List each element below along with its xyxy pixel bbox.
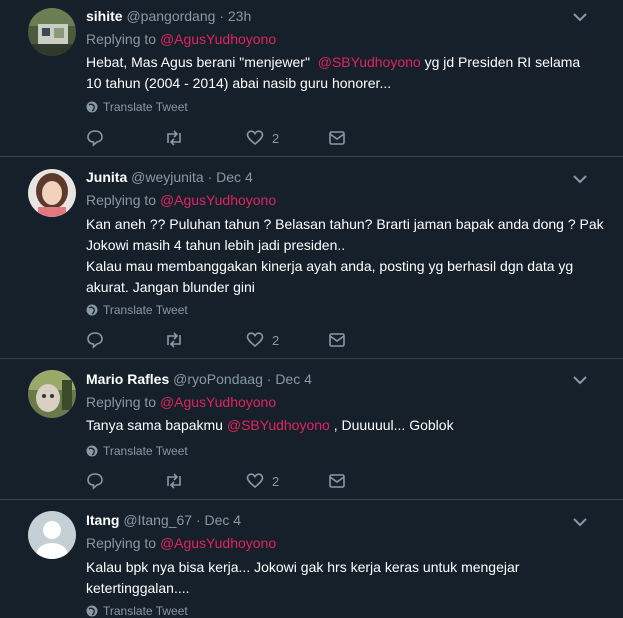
replying-to-label: Replying to: [86, 192, 157, 208]
envelope-icon: [329, 474, 345, 488]
text-line: akurat. Jangan blunder gini: [86, 279, 255, 295]
translate-tweet-link[interactable]: Translate Tweet: [86, 444, 188, 458]
replying-to-label: Replying to: [86, 31, 157, 47]
text-segment: Tanya sama bapakmu: [86, 417, 223, 433]
tweet[interactable]: Mario Rafles @ryoPondaag · Dec 4 Replyin…: [0, 359, 623, 500]
translate-label[interactable]: Translate Tweet: [103, 303, 188, 317]
direct-message-button[interactable]: [328, 129, 346, 147]
text-line: Kalau bpk nya bisa kerja... Jokowi gak h…: [86, 559, 520, 575]
envelope-icon: [329, 131, 345, 145]
heart-icon: [246, 130, 264, 146]
separator-dot: ·: [195, 512, 201, 528]
avatar-image: [28, 169, 76, 217]
author-name[interactable]: Junita: [86, 169, 127, 185]
translate-label[interactable]: Translate Tweet: [103, 444, 188, 458]
mention-link[interactable]: @SBYudhoyono: [227, 417, 330, 433]
tweet-text: Tanya sama bapakmu @SBYudhoyono , Duuuuu…: [86, 415, 586, 436]
reply-mention-link[interactable]: @AgusYudhoyono: [160, 192, 276, 208]
text-segment: 10 tahun (2004 - 2014) abai nasib guru h…: [86, 75, 392, 91]
text-line: Kalau mau membanggakan kinerja ayah anda…: [86, 258, 574, 274]
heart-icon: [246, 473, 264, 489]
text-line: Kan aneh ?? Puluhan tahun ? Belasan tahu…: [86, 216, 604, 232]
translate-tweet-link[interactable]: Translate Tweet: [86, 604, 188, 618]
author-name[interactable]: Mario Rafles: [86, 371, 169, 387]
author-name[interactable]: sihite: [86, 8, 123, 24]
tweet[interactable]: Itang @Itang_67 · Dec 4 Replying to @Agu…: [0, 500, 623, 618]
retweet-button[interactable]: [164, 129, 184, 147]
default-avatar-icon: [28, 511, 76, 559]
reply-icon: [87, 130, 103, 147]
avatar[interactable]: [28, 8, 76, 56]
chevron-down-icon[interactable]: [573, 375, 587, 385]
reply-mention-link[interactable]: @AgusYudhoyono: [160, 394, 276, 410]
tweet-text: Hebat, Mas Agus berani "menjewer" @SBYud…: [86, 52, 586, 94]
reply-mention-link[interactable]: @AgusYudhoyono: [160, 31, 276, 47]
tweet-time[interactable]: 23h: [228, 8, 251, 24]
like-count: 2: [272, 332, 280, 348]
tweet-time[interactable]: Dec 4: [216, 169, 253, 185]
tweet[interactable]: Junita @weyjunita · Dec 4 Replying to @A…: [0, 157, 623, 359]
text-segment: Hebat, Mas Agus berani "menjewer": [86, 54, 310, 70]
author-handle[interactable]: @Itang_67: [123, 512, 192, 528]
avatar-image: [28, 370, 76, 418]
avatar-image: [28, 8, 76, 56]
separator-dot: ·: [266, 371, 272, 387]
text-segment: , Duuuuul... Goblok: [333, 417, 454, 433]
like-count: 2: [272, 473, 280, 489]
reply-button[interactable]: [86, 472, 104, 490]
separator-dot: ·: [219, 8, 224, 24]
tweet-text: Kalau bpk nya bisa kerja... Jokowi gak h…: [86, 557, 586, 599]
author-handle[interactable]: @pangordang: [126, 8, 215, 24]
reply-button[interactable]: [86, 129, 104, 147]
like-button[interactable]: 2: [246, 472, 279, 490]
chevron-down-icon[interactable]: [573, 517, 587, 527]
like-button[interactable]: 2: [246, 129, 279, 147]
retweet-icon: [167, 332, 181, 348]
chevron-down-icon[interactable]: [573, 12, 587, 22]
text-segment: yg jd Presiden RI selama: [424, 54, 581, 70]
text-line: ketertinggalan....: [86, 580, 190, 596]
author-handle[interactable]: @ryoPondaag: [173, 371, 263, 387]
retweet-button[interactable]: [164, 331, 184, 349]
retweet-icon: [167, 130, 181, 146]
heart-icon: [246, 332, 264, 348]
text-line: Jokowi masih 4 tahun lebih jadi presiden…: [86, 237, 346, 253]
avatar[interactable]: [28, 511, 76, 559]
translate-tweet-link[interactable]: Translate Tweet: [86, 303, 188, 317]
globe-icon: [86, 304, 98, 316]
like-count: 2: [272, 130, 280, 146]
replying-to-label: Replying to: [86, 535, 157, 551]
direct-message-button[interactable]: [328, 472, 346, 490]
author-name[interactable]: Itang: [86, 512, 119, 528]
reply-mention-link[interactable]: @AgusYudhoyono: [160, 535, 276, 551]
translate-label[interactable]: Translate Tweet: [103, 100, 188, 114]
author-handle[interactable]: @weyjunita: [131, 169, 204, 185]
reply-icon: [87, 473, 103, 490]
envelope-icon: [329, 333, 345, 347]
chevron-down-icon[interactable]: [573, 174, 587, 184]
avatar[interactable]: [28, 169, 76, 217]
reply-icon: [87, 332, 103, 349]
tweet[interactable]: sihite @pangordang · 23h Replying to @Ag…: [0, 0, 623, 157]
separator-dot: ·: [207, 169, 213, 185]
avatar[interactable]: [28, 370, 76, 418]
mention-link[interactable]: @SBYudhoyono: [318, 54, 421, 70]
globe-icon: [86, 101, 98, 113]
translate-label[interactable]: Translate Tweet: [103, 604, 188, 618]
retweet-button[interactable]: [164, 472, 184, 490]
retweet-icon: [167, 473, 181, 489]
globe-icon: [86, 445, 98, 457]
like-button[interactable]: 2: [246, 331, 279, 349]
tweet-time[interactable]: Dec 4: [275, 371, 312, 387]
tweet-text: Kan aneh ?? Puluhan tahun ? Belasan tahu…: [86, 214, 606, 298]
translate-tweet-link[interactable]: Translate Tweet: [86, 100, 188, 114]
replying-to-label: Replying to: [86, 394, 157, 410]
tweet-time[interactable]: Dec 4: [205, 512, 242, 528]
reply-button[interactable]: [86, 331, 104, 349]
direct-message-button[interactable]: [328, 331, 346, 349]
globe-icon: [86, 605, 98, 617]
